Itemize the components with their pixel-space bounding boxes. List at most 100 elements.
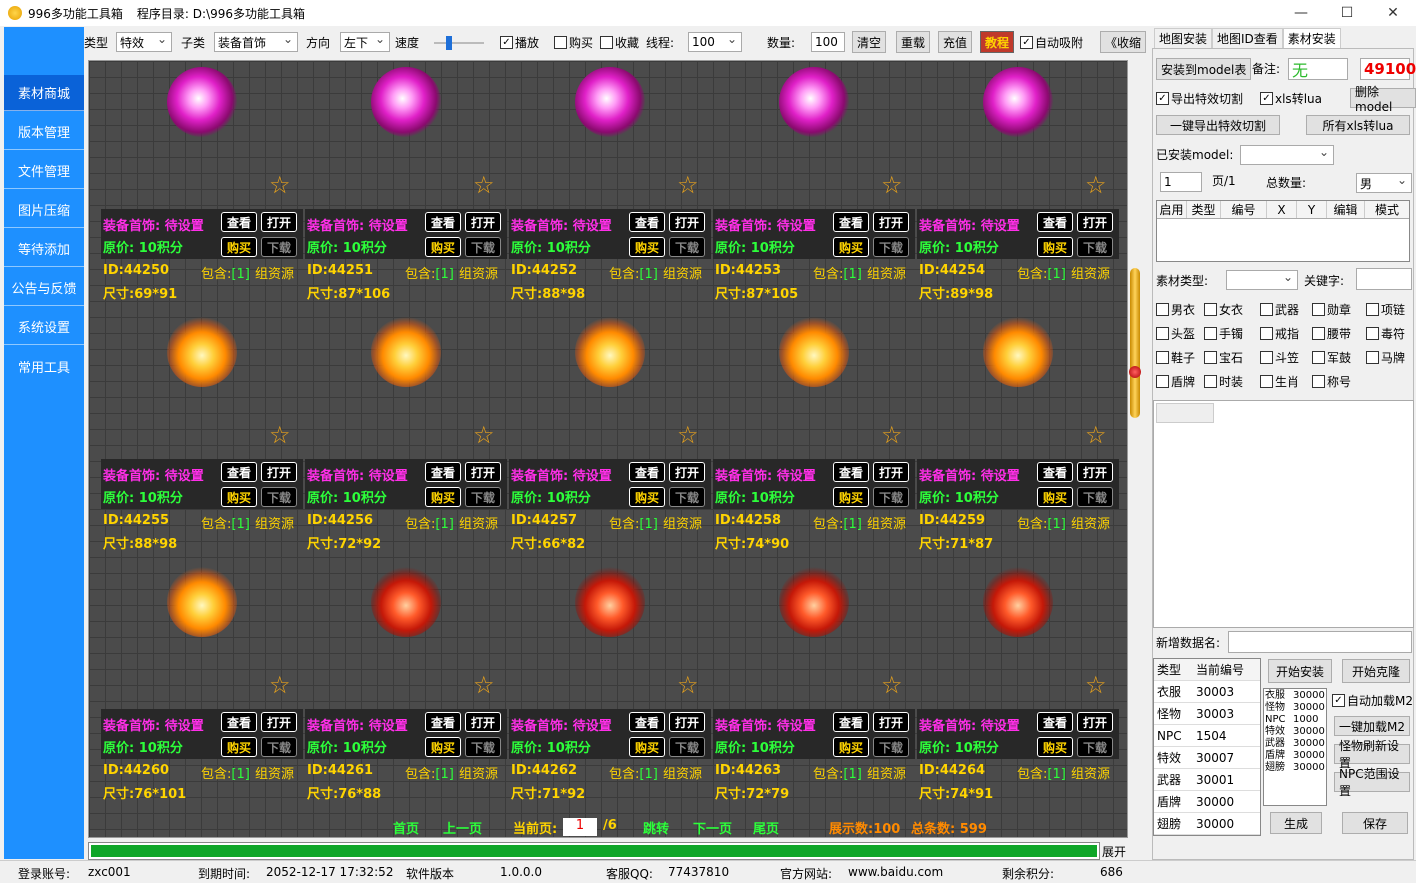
xls-lua-checkbox[interactable]: ✓ xls转lua — [1260, 90, 1322, 107]
tab-map-install[interactable]: 地图安装 — [1154, 28, 1213, 48]
view-button[interactable]: 查看 — [629, 712, 665, 732]
favorite-star-icon[interactable]: ☆ — [473, 423, 495, 447]
view-button[interactable]: 查看 — [833, 212, 869, 232]
category-checkbox[interactable]: 军鼓 — [1312, 349, 1351, 366]
monster-refresh-button[interactable]: 怪物刷新设置 — [1334, 739, 1410, 770]
buy-button[interactable]: 购买 — [425, 737, 461, 757]
category-checkbox[interactable]: 女衣 — [1204, 301, 1243, 318]
favorite-star-icon[interactable]: ☆ — [677, 173, 699, 197]
table-row[interactable]: 武器 30001 — [1154, 769, 1260, 791]
delete-model-button[interactable]: 删除model — [1350, 85, 1416, 114]
npc-range-button[interactable]: NPC范围设置 — [1334, 767, 1410, 798]
col-type[interactable]: 类型 — [1187, 201, 1221, 218]
table-row[interactable]: NPC 1504 — [1154, 725, 1260, 747]
table-row[interactable]: 怪物 30003 — [1154, 703, 1260, 725]
open-button[interactable]: 打开 — [873, 212, 909, 232]
auto-load-checkbox[interactable]: ✓ 自动加载M2 — [1332, 692, 1413, 709]
download-button[interactable]: 下载 — [465, 237, 501, 257]
sidebar-item-files[interactable]: 文件管理 — [4, 153, 84, 189]
view-button[interactable]: 查看 — [221, 712, 257, 732]
buy-button[interactable]: 购买 — [629, 737, 665, 757]
fav-checkbox[interactable]: 收藏 — [600, 30, 639, 54]
open-button[interactable]: 打开 — [669, 462, 705, 482]
material-preview-image[interactable] — [983, 67, 1053, 137]
open-button[interactable]: 打开 — [873, 712, 909, 732]
view-button[interactable]: 查看 — [425, 462, 461, 482]
page-stepper[interactable]: 1 — [1160, 172, 1202, 192]
prev-page-link[interactable]: 上一页 — [443, 818, 482, 837]
open-button[interactable]: 打开 — [1077, 462, 1113, 482]
buy-button[interactable]: 购买 — [1037, 737, 1073, 757]
col-mode[interactable]: 模式 — [1365, 201, 1409, 218]
start-install-button[interactable]: 开始安装 — [1268, 659, 1332, 683]
play-checkbox[interactable]: ✓ 播放 — [500, 30, 539, 54]
tutorial-button[interactable]: 教程 — [980, 31, 1015, 53]
download-button[interactable]: 下载 — [1077, 487, 1113, 507]
view-button[interactable]: 查看 — [1037, 462, 1073, 482]
scroll-knob[interactable] — [1129, 366, 1141, 378]
view-button[interactable]: 查看 — [221, 462, 257, 482]
category-checkbox[interactable]: 时装 — [1204, 373, 1243, 390]
category-checkbox[interactable]: 勋章 — [1312, 301, 1351, 318]
favorite-star-icon[interactable]: ☆ — [269, 673, 291, 697]
new-data-input[interactable] — [1228, 631, 1412, 653]
open-button[interactable]: 打开 — [465, 212, 501, 232]
category-checkbox[interactable]: 称号 — [1312, 373, 1351, 390]
page-input[interactable]: 1 — [563, 818, 597, 836]
category-checkbox[interactable]: 马牌 — [1366, 349, 1405, 366]
maximize-button[interactable]: ☐ — [1324, 0, 1370, 26]
view-button[interactable]: 查看 — [833, 462, 869, 482]
start-clone-button[interactable]: 开始克隆 — [1342, 659, 1410, 683]
buy-button[interactable]: 购买 — [833, 487, 869, 507]
save-button[interactable]: 保存 — [1342, 812, 1408, 834]
table-row[interactable]: 特效 30007 — [1154, 747, 1260, 769]
category-checkbox[interactable]: 盾牌 — [1156, 373, 1195, 390]
buy-button[interactable]: 购买 — [1037, 237, 1073, 257]
material-preview-image[interactable] — [575, 317, 645, 387]
preview-tab[interactable] — [1156, 403, 1214, 423]
buy-button[interactable]: 购买 — [221, 237, 257, 257]
gender-select[interactable]: 男 — [1356, 173, 1412, 193]
open-button[interactable]: 打开 — [669, 712, 705, 732]
type-select[interactable]: 特效 — [116, 32, 172, 52]
category-checkbox[interactable]: 腰带 — [1312, 325, 1351, 342]
material-preview-image[interactable] — [779, 567, 849, 637]
favorite-star-icon[interactable]: ☆ — [881, 673, 903, 697]
one-click-load-button[interactable]: 一键加载M2 — [1334, 716, 1410, 736]
category-checkbox[interactable]: 戒指 — [1260, 325, 1299, 342]
buy-button[interactable]: 购买 — [221, 487, 257, 507]
open-button[interactable]: 打开 — [261, 462, 297, 482]
favorite-star-icon[interactable]: ☆ — [473, 673, 495, 697]
favorite-star-icon[interactable]: ☆ — [1085, 173, 1107, 197]
table-row[interactable]: 翅膀 30000 — [1154, 813, 1260, 835]
view-button[interactable]: 查看 — [1037, 212, 1073, 232]
minimize-button[interactable]: — — [1278, 0, 1324, 26]
sidebar-item-feedback[interactable]: 公告与反馈 — [4, 270, 84, 306]
remark-input[interactable]: 无 — [1288, 58, 1348, 80]
clear-button[interactable]: 清空 — [852, 31, 887, 53]
count-input[interactable]: 100 — [811, 32, 845, 52]
material-preview-image[interactable] — [167, 317, 237, 387]
download-button[interactable]: 下载 — [669, 487, 705, 507]
recharge-button[interactable]: 充值 — [938, 31, 973, 53]
buy-button[interactable]: 购买 — [833, 237, 869, 257]
category-checkbox[interactable]: 手镯 — [1204, 325, 1243, 342]
favorite-star-icon[interactable]: ☆ — [677, 673, 699, 697]
download-button[interactable]: 下载 — [873, 737, 909, 757]
expand-button[interactable]: 展开 — [1100, 842, 1150, 860]
buy-button[interactable]: 购买 — [629, 487, 665, 507]
material-preview-image[interactable] — [779, 67, 849, 137]
last-page-link[interactable]: 尾页 — [753, 818, 779, 837]
speed-slider[interactable] — [434, 30, 486, 54]
material-preview-image[interactable] — [167, 567, 237, 637]
download-button[interactable]: 下载 — [261, 487, 297, 507]
export-cut-checkbox[interactable]: ✓ 导出特效切割 — [1156, 90, 1243, 107]
open-button[interactable]: 打开 — [1077, 212, 1113, 232]
close-button[interactable]: ✕ — [1370, 0, 1416, 26]
material-preview-image[interactable] — [983, 317, 1053, 387]
favorite-star-icon[interactable]: ☆ — [1085, 673, 1107, 697]
next-page-link[interactable]: 下一页 — [693, 818, 732, 837]
buy-button[interactable]: 购买 — [425, 487, 461, 507]
sidebar-item-tools[interactable]: 常用工具 — [4, 348, 84, 384]
col-number[interactable]: 编号 — [1221, 201, 1267, 218]
